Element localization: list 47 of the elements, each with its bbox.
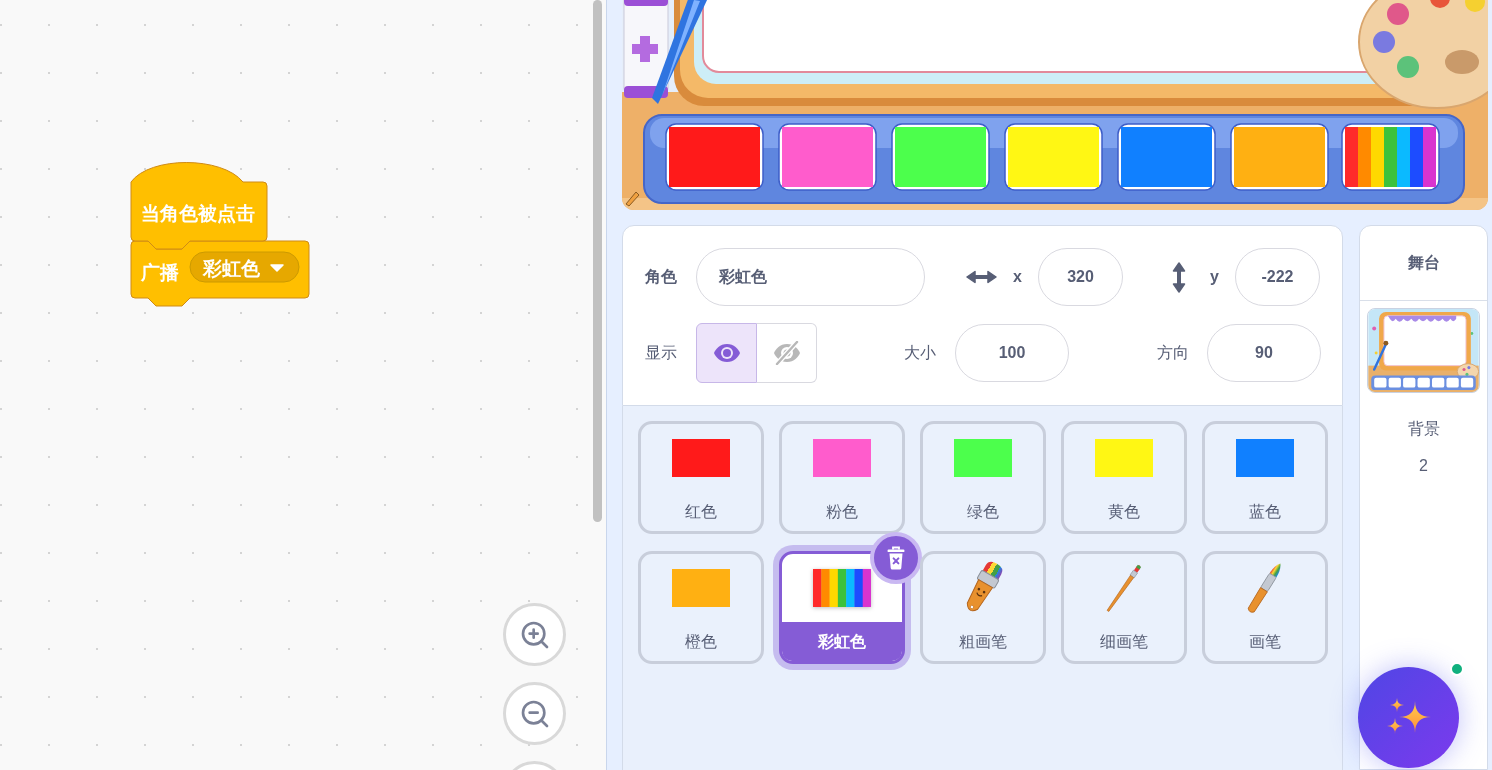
- scrollbar[interactable]: [593, 0, 602, 522]
- eye-icon: [712, 343, 741, 363]
- vertical-arrow-icon: [1172, 261, 1186, 293]
- sprite-tile[interactable]: 粗画笔: [920, 551, 1046, 664]
- sprite-tile[interactable]: 红色: [638, 421, 764, 534]
- field-label: 显示: [645, 343, 678, 363]
- stage-title: 舞台: [1407, 253, 1440, 273]
- sprite-name: 橙色: [685, 631, 717, 652]
- direction-field[interactable]: 90: [1207, 324, 1321, 382]
- hide-toggle[interactable]: [757, 323, 817, 383]
- sprite-name: 粗画笔: [959, 631, 1007, 652]
- horizontal-arrow-icon: [966, 270, 997, 284]
- sprite-name: 黄色: [1108, 501, 1140, 522]
- sprite-tile[interactable]: 黄色: [1061, 421, 1187, 534]
- sprite-name: 红色: [685, 501, 717, 522]
- field-label: 大小: [904, 343, 937, 363]
- sprite-name: 彩虹色: [818, 631, 866, 652]
- block-label: 广播: [141, 261, 179, 283]
- sprite-name-field[interactable]: 彩虹色: [696, 248, 925, 306]
- caret-icon: [270, 264, 284, 272]
- sprite-tile[interactable]: 橙色: [638, 551, 764, 664]
- backdrop-count: 2: [1419, 456, 1428, 476]
- backdrop-thumbnail[interactable]: [1367, 308, 1480, 393]
- x-field[interactable]: 320: [1038, 248, 1123, 306]
- field-label: 角色: [645, 267, 678, 287]
- size-field[interactable]: 100: [955, 324, 1069, 382]
- eye-off-icon: [772, 341, 801, 365]
- field-label: y: [1210, 267, 1220, 287]
- sprite-name: 粉色: [826, 501, 858, 522]
- sprite-tile[interactable]: 蓝色: [1202, 421, 1328, 534]
- backdrop-label: 背景: [1407, 419, 1440, 439]
- sprite-tile[interactable]: 细画笔: [1061, 551, 1187, 664]
- field-label: x: [1013, 267, 1023, 287]
- rainbow-stripes-icon: [813, 569, 871, 607]
- delete-button[interactable]: [870, 532, 922, 584]
- sprite-name: 画笔: [1249, 631, 1281, 652]
- sprite-tile[interactable]: 彩虹色: [779, 551, 905, 664]
- y-field[interactable]: -222: [1235, 248, 1320, 306]
- show-toggle[interactable]: [696, 323, 757, 383]
- sprite-tile[interactable]: 画笔: [1202, 551, 1328, 664]
- sprite-name: 蓝色: [1249, 501, 1281, 522]
- sprite-name: 细画笔: [1100, 631, 1148, 652]
- trash-icon: [886, 546, 906, 570]
- sprite-tile[interactable]: 绿色: [920, 421, 1046, 534]
- field-label: 方向: [1157, 343, 1190, 363]
- sprite-tile[interactable]: 粉色: [779, 421, 905, 534]
- sprite-name: 绿色: [967, 501, 999, 522]
